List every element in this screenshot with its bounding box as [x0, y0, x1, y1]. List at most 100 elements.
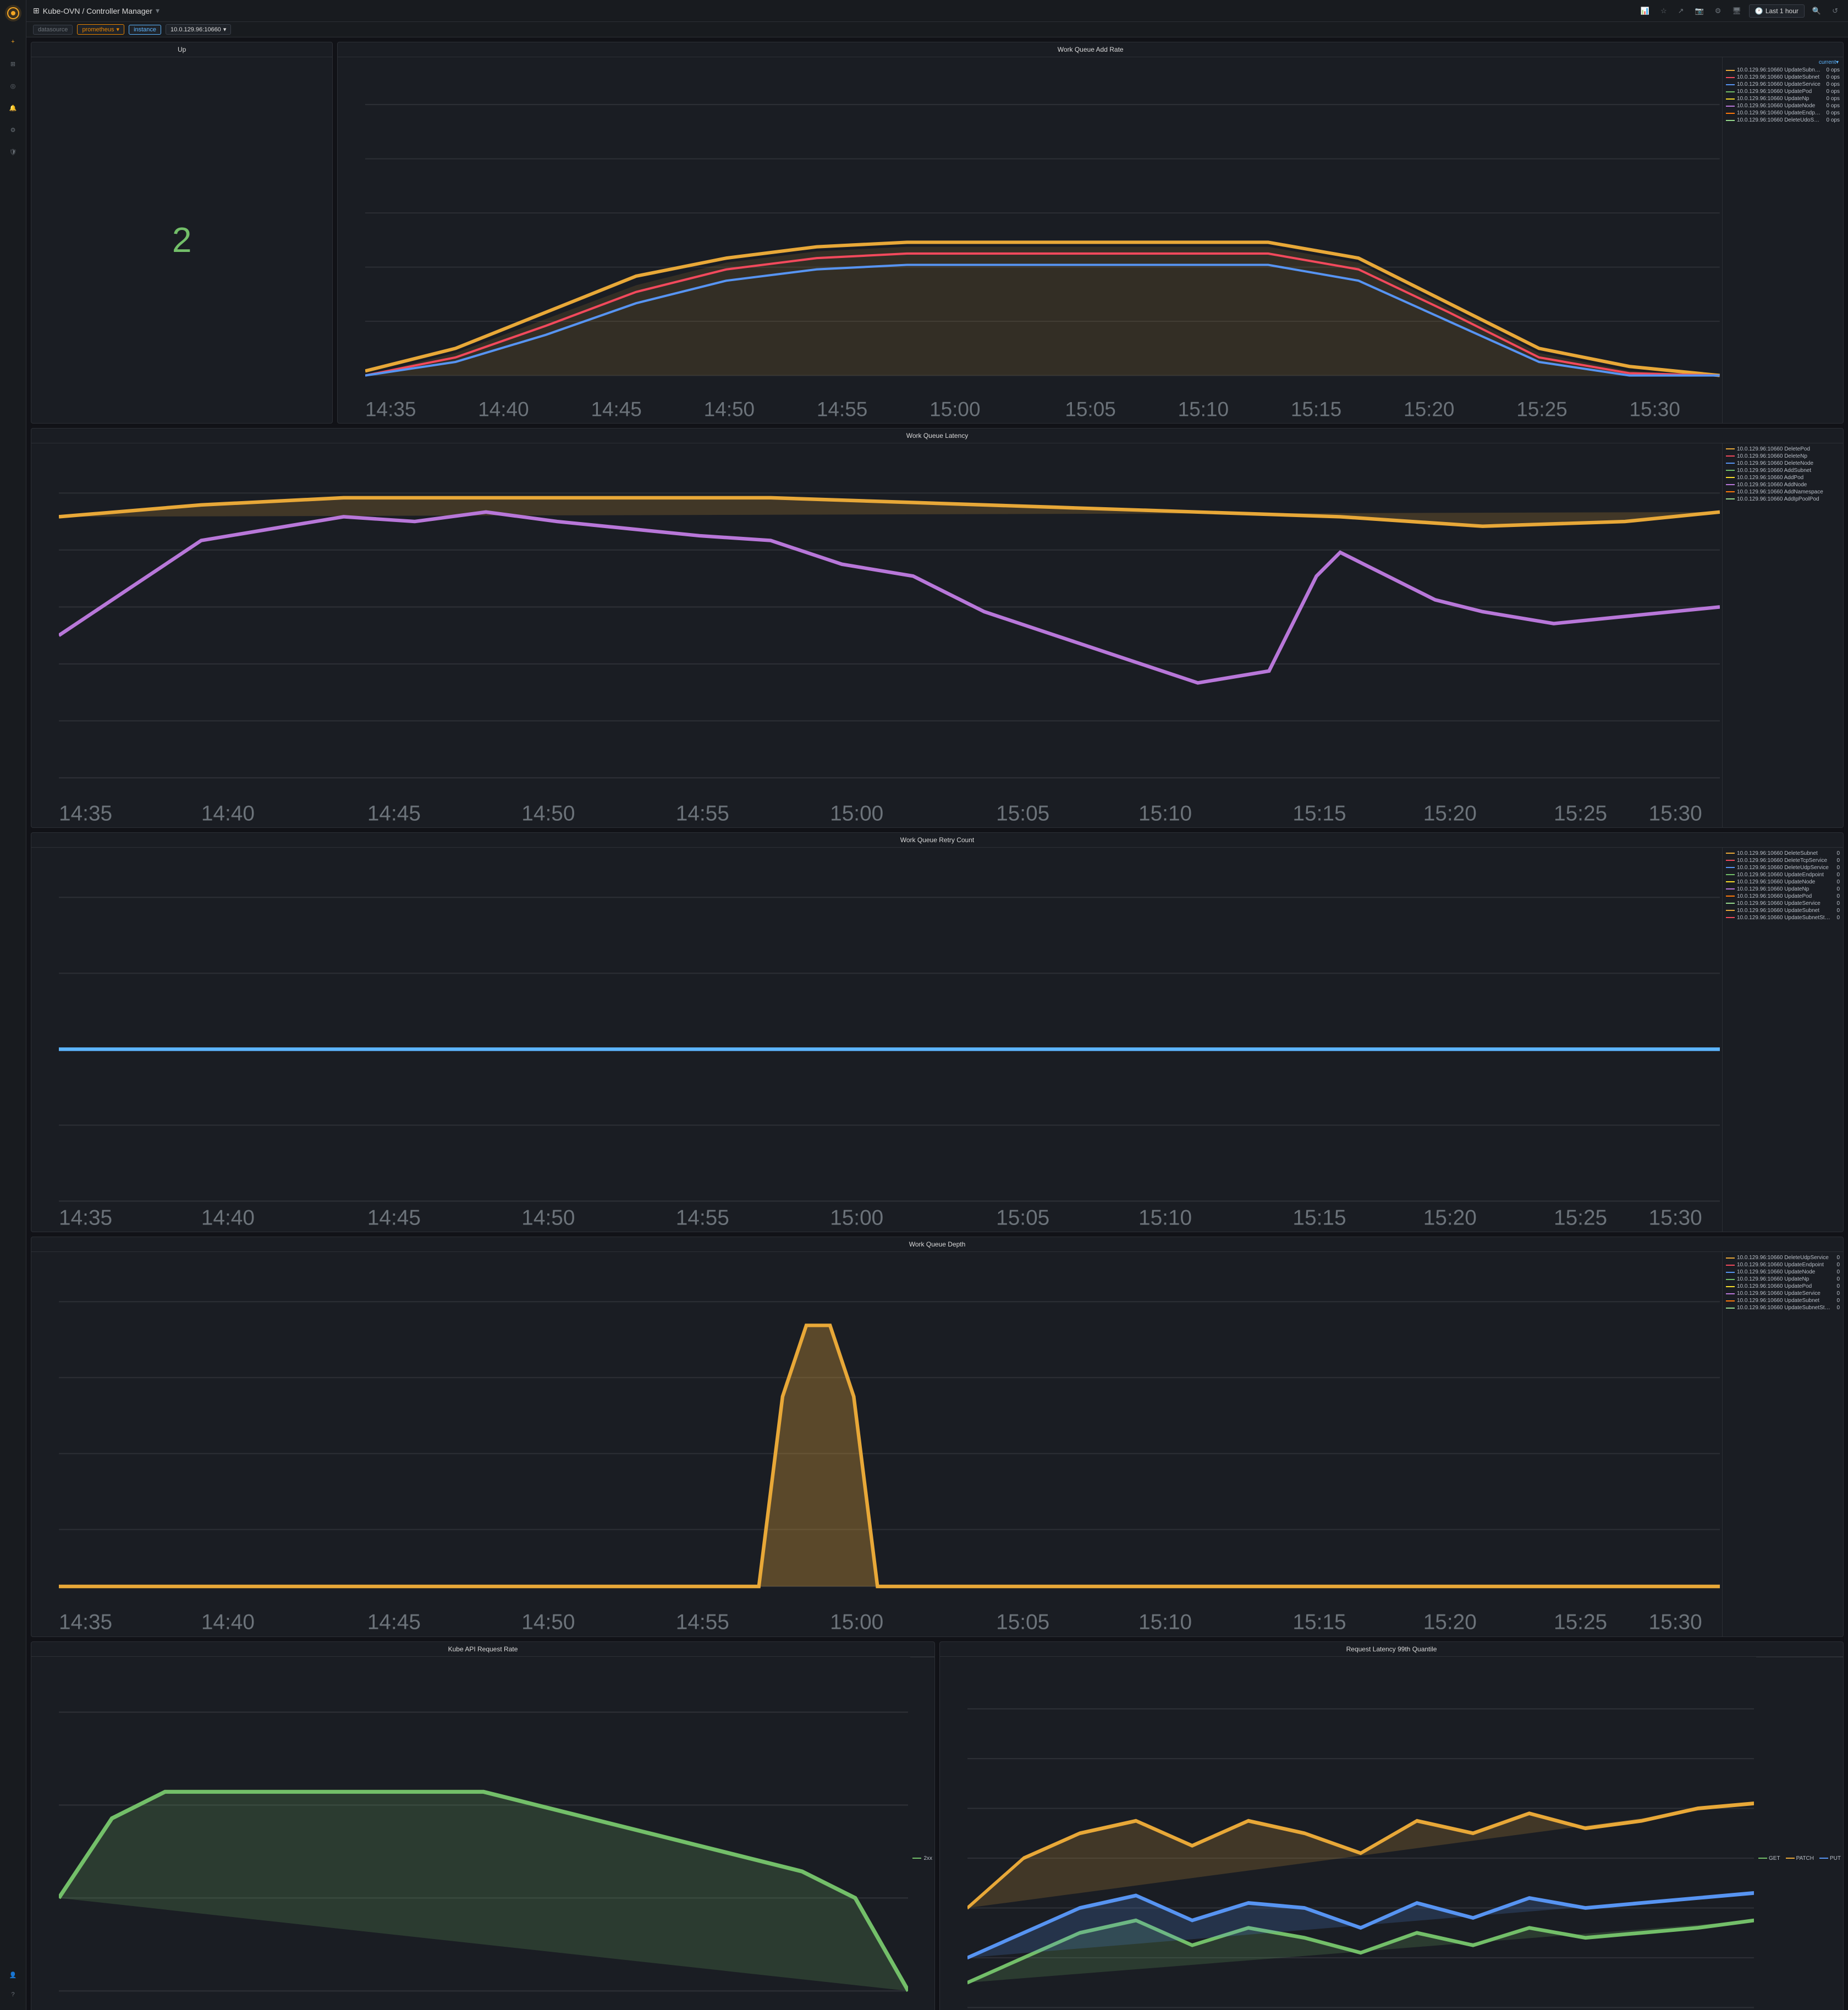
svg-text:14:35: 14:35: [365, 398, 416, 420]
graph-icon-btn[interactable]: 📊: [1637, 4, 1653, 18]
clock-icon: 🕐: [1755, 7, 1763, 15]
latency-legend-3[interactable]: 10.0.129.96:10660 AddSubnet: [1725, 467, 1841, 474]
svg-text:14:35: 14:35: [59, 1611, 112, 1634]
retry-legend-8[interactable]: 10.0.129.96:10660 UpdateSubnet 0: [1725, 907, 1841, 914]
depth-legend-1[interactable]: 10.0.129.96:10660 UpdateEndpoint 0: [1725, 1261, 1841, 1268]
work-queue-add-rate-content: 14:35 14:40 14:45 14:50 14:55 15:00 15:0…: [338, 57, 1843, 423]
dashboard-title: ⊞ Kube-OVN / Controller Manager ▾: [33, 6, 160, 15]
work-queue-latency-chart: 14:35 14:40 14:45 14:50 14:55 15:00 15:0…: [31, 443, 1722, 827]
sidebar-item-explore[interactable]: ◎: [4, 77, 22, 95]
work-queue-add-rate-header: Work Queue Add Rate: [338, 42, 1843, 57]
row-3: Work Queue Retry Count 1: [31, 832, 1844, 1232]
legend-item-4[interactable]: 10.0.129.96:10660 UpdateNp 0 ops: [1725, 95, 1841, 102]
kube-api-request-rate-chart: 14:40 14:50 15:00 15:10 15:20 15:30 1.5 …: [31, 1657, 910, 2010]
dropdown-icon[interactable]: ▾: [156, 6, 160, 15]
svg-text:14:45: 14:45: [367, 1611, 421, 1634]
svg-text:14:55: 14:55: [676, 1611, 729, 1634]
filterbar: datasource prometheus ▾ instance 10.0.12…: [26, 22, 1848, 37]
work-queue-retry-panel: Work Queue Retry Count 1: [31, 832, 1844, 1232]
retry-legend-7[interactable]: 10.0.129.96:10660 UpdateService 0: [1725, 900, 1841, 907]
retry-legend-5[interactable]: 10.0.129.96:10660 UpdateNp 0: [1725, 886, 1841, 893]
svg-text:15:20: 15:20: [1404, 398, 1454, 420]
sidebar-item-alerting[interactable]: 🔔: [4, 99, 22, 117]
share-icon-btn[interactable]: ↗: [1675, 4, 1687, 18]
latency-legend-1[interactable]: 10.0.129.96:10660 DeleteNp: [1725, 453, 1841, 460]
sidebar-item-shield[interactable]: 🛡: [4, 143, 22, 161]
svg-text:14:55: 14:55: [676, 801, 729, 825]
kube-api-request-rate-panel: Kube API Request Rate 14: [31, 1641, 935, 2010]
work-queue-add-rate-panel: Work Queue Add Rate: [337, 42, 1844, 424]
refresh-icon-btn[interactable]: ↺: [1829, 4, 1841, 18]
sidebar-item-settings[interactable]: ⚙: [4, 121, 22, 139]
legend-item-1[interactable]: 10.0.129.96:10660 UpdateSubnet 0 ops: [1725, 74, 1841, 81]
sidebar-item-avatar[interactable]: 👤: [4, 1966, 22, 1984]
legend-item-3[interactable]: 10.0.129.96:10660 UpdatePod 0 ops: [1725, 88, 1841, 95]
latency-legend-5[interactable]: 10.0.129.96:10660 AddNode: [1725, 481, 1841, 488]
depth-legend-6[interactable]: 10.0.129.96:10660 UpdateSubnet 0: [1725, 1297, 1841, 1304]
svg-text:15:30: 15:30: [1649, 1206, 1702, 1230]
latency-legend-6[interactable]: 10.0.129.96:10660 AddNamespace: [1725, 488, 1841, 496]
prometheus-filter[interactable]: prometheus ▾: [77, 24, 124, 35]
svg-text:14:50: 14:50: [521, 1206, 575, 1230]
svg-text:15:30: 15:30: [1649, 1611, 1702, 1634]
star-icon-btn[interactable]: ☆: [1657, 4, 1670, 18]
retry-legend-0[interactable]: 10.0.129.96:10660 DeleteSubnet 0: [1725, 850, 1841, 857]
row-1: Up 2 Work Queue Add Rate: [31, 42, 1844, 424]
depth-legend-5[interactable]: 10.0.129.96:10660 UpdateService 0: [1725, 1290, 1841, 1297]
settings-icon-btn[interactable]: ⚙: [1712, 4, 1725, 18]
prometheus-dropdown-icon: ▾: [117, 26, 120, 33]
latency-legend-2[interactable]: 10.0.129.96:10660 DeleteNode: [1725, 460, 1841, 467]
retry-legend-3[interactable]: 10.0.129.96:10660 UpdateEndpoint 0: [1725, 871, 1841, 878]
sidebar-item-help[interactable]: ?: [4, 1986, 22, 2003]
zoom-icon-btn[interactable]: 🔍: [1809, 4, 1824, 18]
sidebar: + ⊞ ◎ 🔔 ⚙ 🛡 👤 ?: [0, 0, 26, 2010]
request-latency-content: 14:35 14:40 14:45 14:50 14:55 15:00 15:0…: [940, 1657, 1843, 2010]
svg-text:14:50: 14:50: [521, 1611, 575, 1634]
depth-legend-2[interactable]: 10.0.129.96:10660 UpdateNode 0: [1725, 1268, 1841, 1276]
svg-text:14:40: 14:40: [201, 1206, 255, 1230]
tv-icon-btn[interactable]: 🖥: [1729, 4, 1745, 18]
legend-item-6[interactable]: 10.0.129.96:10660 UpdateEndpoint 0 ops: [1725, 109, 1841, 117]
svg-text:15:10: 15:10: [1138, 1206, 1192, 1230]
depth-legend-0[interactable]: 10.0.129.96:10660 DeleteUdpService 0: [1725, 1254, 1841, 1261]
datasource-filter[interactable]: datasource: [33, 25, 73, 35]
instance-value-filter[interactable]: 10.0.129.96:10660 ▾: [166, 24, 231, 35]
retry-legend-4[interactable]: 10.0.129.96:10660 UpdateNode 0: [1725, 878, 1841, 886]
up-panel: Up 2: [31, 42, 333, 424]
retry-legend-9[interactable]: 10.0.129.96:10660 UpdateSubnetStatus 0: [1725, 914, 1841, 921]
time-range-selector[interactable]: 🕐 Last 1 hour: [1749, 4, 1805, 18]
svg-text:14:55: 14:55: [817, 398, 867, 420]
legend-item-5[interactable]: 10.0.129.96:10660 UpdateNode 0 ops: [1725, 102, 1841, 109]
work-queue-latency-legend: 10.0.129.96:10660 DeletePod 10.0.129.96:…: [1722, 443, 1843, 827]
legend-item-0[interactable]: 10.0.129.96:10660 UpdateSubnetStatus 0 o…: [1725, 67, 1841, 74]
depth-legend-3[interactable]: 10.0.129.96:10660 UpdateNp 0: [1725, 1276, 1841, 1283]
snapshot-icon-btn[interactable]: 📷: [1692, 4, 1707, 18]
request-latency-panel: Request Latency 99th Quantile: [939, 1641, 1844, 2010]
svg-text:15:05: 15:05: [1065, 398, 1116, 420]
up-panel-header: Up: [31, 42, 332, 57]
latency-legend-4[interactable]: 10.0.129.96:10660 AddPod: [1725, 474, 1841, 481]
legend-item-7[interactable]: 10.0.129.96:10660 DeleteUdoService 0 ops: [1725, 117, 1841, 124]
depth-legend-7[interactable]: 10.0.129.96:10660 UpdateSubnetStatus 0: [1725, 1304, 1841, 1311]
kube-api-request-rate-header: Kube API Request Rate: [31, 1642, 934, 1657]
work-queue-latency-panel: Work Queue Latency: [31, 428, 1844, 828]
depth-legend-4[interactable]: 10.0.129.96:10660 UpdatePod 0: [1725, 1283, 1841, 1290]
instance-filter[interactable]: instance: [129, 25, 161, 35]
grafana-logo[interactable]: [4, 4, 22, 22]
svg-text:15:15: 15:15: [1291, 398, 1341, 420]
latency-legend-0[interactable]: 10.0.129.96:10660 DeletePod: [1725, 446, 1841, 453]
retry-legend-2[interactable]: 10.0.129.96:10660 DeleteUdpService 0: [1725, 864, 1841, 871]
svg-text:15:25: 15:25: [1554, 1206, 1607, 1230]
svg-text:14:55: 14:55: [676, 1206, 729, 1230]
legend-item-2[interactable]: 10.0.129.96:10660 UpdateService 0 ops: [1725, 81, 1841, 88]
sidebar-item-add[interactable]: +: [4, 33, 22, 51]
retry-legend-6[interactable]: 10.0.129.96:10660 UpdatePod 0: [1725, 893, 1841, 900]
svg-text:14:40: 14:40: [201, 1611, 255, 1634]
legend-header[interactable]: current▾: [1725, 59, 1841, 65]
request-latency-legend: GET PATCH PUT: [1756, 1657, 1843, 2010]
latency-legend-7[interactable]: 10.0.129.96:10660 AddIpPoolPod: [1725, 496, 1841, 503]
svg-text:15:15: 15:15: [1292, 1206, 1346, 1230]
svg-text:14:50: 14:50: [704, 398, 755, 420]
sidebar-item-home[interactable]: ⊞: [4, 55, 22, 73]
retry-legend-1[interactable]: 10.0.129.96:10660 DeleteTcpService 0: [1725, 857, 1841, 864]
